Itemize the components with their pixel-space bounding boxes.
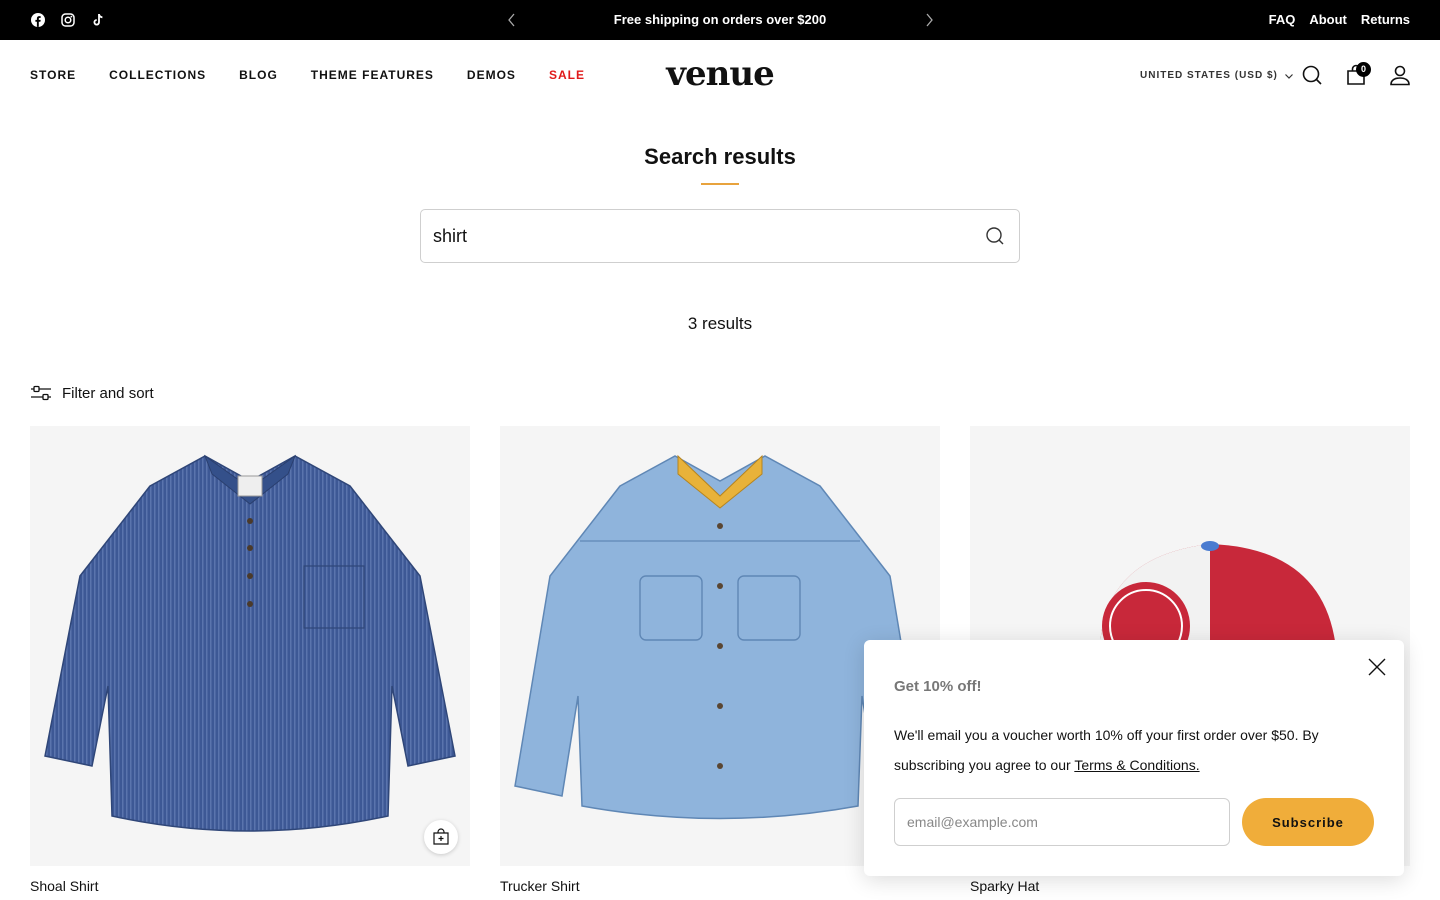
popup-title: Get 10% off! xyxy=(894,678,982,695)
nav-store[interactable]: STORE xyxy=(30,68,76,82)
quick-add-button[interactable] xyxy=(424,820,458,854)
popup-close-button[interactable] xyxy=(1366,656,1388,678)
nav-sale[interactable]: SALE xyxy=(549,68,585,82)
title-underline xyxy=(701,183,739,185)
striped-shirt-image xyxy=(44,454,456,832)
search-box xyxy=(420,209,1020,263)
nav-collections[interactable]: COLLECTIONS xyxy=(109,68,206,82)
chevron-left-icon xyxy=(508,13,515,27)
search-submit-button[interactable] xyxy=(985,226,1005,246)
popup-body: We'll email you a voucher worth 10% off … xyxy=(894,720,1364,780)
product-card: Shoal Shirt xyxy=(30,426,470,894)
country-selector[interactable]: UNITED STATES (USD $) xyxy=(1140,70,1294,81)
cart-count-badge: 0 xyxy=(1356,62,1371,77)
terms-link[interactable]: Terms & Conditions. xyxy=(1074,757,1199,773)
product-title[interactable]: Trucker Shirt xyxy=(500,878,940,894)
search-input[interactable] xyxy=(433,210,973,262)
page-title: Search results xyxy=(644,144,796,169)
product-title[interactable]: Sparky Hat xyxy=(970,878,1410,894)
product-title[interactable]: Shoal Shirt xyxy=(30,878,470,894)
newsletter-popup: Get 10% off! We'll email you a voucher w… xyxy=(864,640,1404,876)
nav-blog[interactable]: BLOG xyxy=(239,68,278,82)
filter-and-sort-button[interactable]: Filter and sort xyxy=(30,384,154,402)
tiktok-icon[interactable] xyxy=(90,12,106,28)
main-nav: STORE COLLECTIONS BLOG THEME FEATURES DE… xyxy=(30,68,585,82)
site-header: STORE COLLECTIONS BLOG THEME FEATURES DE… xyxy=(0,40,1440,110)
email-field[interactable] xyxy=(894,798,1230,846)
bag-plus-icon xyxy=(433,828,449,845)
announcement-bar: Free shipping on orders over $200 FAQ Ab… xyxy=(0,0,1440,40)
chevron-down-icon xyxy=(1284,73,1293,79)
social-links xyxy=(30,12,106,28)
returns-link[interactable]: Returns xyxy=(1361,12,1410,27)
search-icon xyxy=(1302,65,1322,85)
chevron-right-icon xyxy=(926,13,933,27)
close-icon xyxy=(1368,658,1386,676)
announcement-prev-button[interactable] xyxy=(503,11,521,29)
account-button[interactable] xyxy=(1389,64,1411,86)
about-link[interactable]: About xyxy=(1309,12,1347,27)
announcement-text: Free shipping on orders over $200 xyxy=(613,12,827,27)
instagram-icon[interactable] xyxy=(60,12,76,28)
nav-demos[interactable]: DEMOS xyxy=(467,68,516,82)
user-icon xyxy=(1390,65,1410,86)
filter-label: Filter and sort xyxy=(62,384,154,402)
site-logo[interactable]: venue xyxy=(620,54,820,94)
search-icon xyxy=(986,227,1004,245)
announcement-next-button[interactable] xyxy=(920,11,938,29)
search-button[interactable] xyxy=(1301,64,1323,86)
country-label: UNITED STATES (USD $) xyxy=(1140,70,1278,81)
product-image[interactable] xyxy=(30,426,470,866)
subscribe-button[interactable]: Subscribe xyxy=(1242,798,1374,846)
utility-links: FAQ About Returns xyxy=(1269,12,1410,27)
sliders-icon xyxy=(31,385,51,401)
faq-link[interactable]: FAQ xyxy=(1269,12,1296,27)
facebook-icon[interactable] xyxy=(30,12,46,28)
nav-theme-features[interactable]: THEME FEATURES xyxy=(311,68,434,82)
results-count: 3 results xyxy=(687,314,753,333)
